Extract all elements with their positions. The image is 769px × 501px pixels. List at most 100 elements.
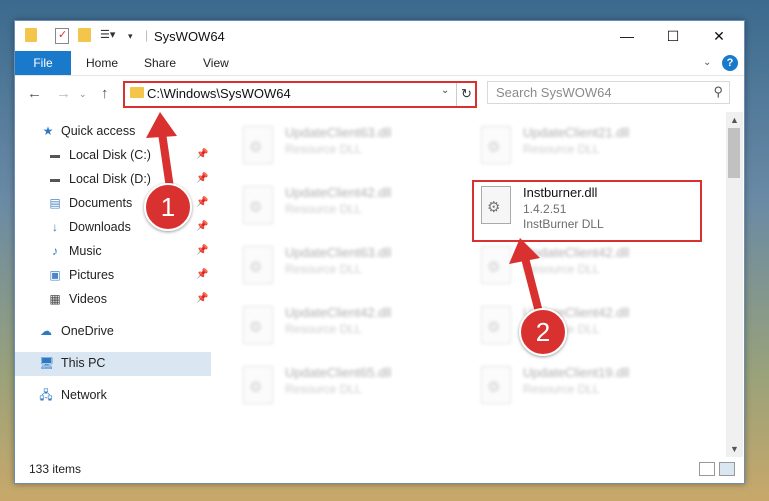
list-item[interactable]: UpdateClient42.dll Resource DLL xyxy=(235,300,465,352)
file-type: Resource DLL xyxy=(523,382,600,396)
refresh-icon[interactable]: ↻ xyxy=(456,83,476,106)
file-type: Resource DLL xyxy=(523,142,600,156)
sidebar-item-label: Videos xyxy=(69,292,107,306)
dll-file-icon xyxy=(243,366,273,404)
back-button[interactable]: ← xyxy=(27,85,42,102)
file-list: UpdateClient63.dll Resource DLL UpdateCl… xyxy=(221,112,726,457)
list-item[interactable]: UpdateClient42.dll Resource DLL xyxy=(473,240,703,292)
sidebar-item-music[interactable]: ♪ Music 📌 xyxy=(15,240,211,264)
tab-home[interactable]: Home xyxy=(86,51,118,75)
file-type: Resource DLL xyxy=(285,202,362,216)
sidebar-item-onedrive[interactable]: ☁ OneDrive xyxy=(15,320,211,344)
sidebar-item-label: This PC xyxy=(61,356,106,370)
computer-icon: 🖥 xyxy=(39,356,55,370)
close-button[interactable]: ✕ xyxy=(696,21,742,51)
file-name: UpdateClient63.dll xyxy=(285,245,392,260)
expand-ribbon-icon[interactable]: ⌄ xyxy=(703,57,711,68)
sidebar-item-label: OneDrive xyxy=(61,324,114,338)
network-icon: 🖧 xyxy=(39,388,53,402)
minimize-button[interactable]: — xyxy=(604,21,650,51)
title-bar: ✓ ☰▾ ▾ | SysWOW64 — ☐ ✕ xyxy=(15,21,744,51)
file-highlight-box xyxy=(472,180,702,242)
dll-file-icon xyxy=(243,246,273,284)
file-type: Resource DLL xyxy=(285,382,362,396)
tab-file[interactable]: File xyxy=(15,51,71,75)
navigation-bar: ← → ⌄ ↑ C:\Windows\SysWOW64 ⌄ ↻ Search S… xyxy=(15,76,744,112)
up-button[interactable]: ↑ xyxy=(101,85,109,102)
tab-view[interactable]: View xyxy=(203,51,229,75)
file-explorer-window: ✓ ☰▾ ▾ | SysWOW64 — ☐ ✕ File Home Share … xyxy=(14,20,745,484)
details-view-icon[interactable] xyxy=(699,462,715,476)
navigation-pane: ★ Quick access ▬ Local Disk (C:) 📌 ▬ Loc… xyxy=(15,112,211,457)
sidebar-item-label: Downloads xyxy=(69,220,131,234)
sidebar-item-local-disk-c[interactable]: ▬ Local Disk (C:) 📌 xyxy=(15,144,211,168)
file-name: UpdateClient21.dll xyxy=(523,125,630,140)
sidebar-item-pictures[interactable]: ▣ Pictures 📌 xyxy=(15,264,211,288)
dll-file-icon xyxy=(243,126,273,164)
folder-icon xyxy=(130,87,144,98)
sidebar-item-label: Local Disk (D:) xyxy=(69,172,151,186)
list-item[interactable]: UpdateClient42.dll Resource DLL xyxy=(473,300,703,352)
pin-icon[interactable]: 📌 xyxy=(196,221,208,232)
list-item[interactable]: UpdateClient65.dll Resource DLL xyxy=(235,360,465,412)
pictures-icon: ▣ xyxy=(49,268,61,282)
forward-button[interactable]: → xyxy=(56,85,71,102)
window-title: SysWOW64 xyxy=(154,29,225,44)
drive-icon: ▬ xyxy=(50,174,60,185)
file-name: UpdateClient63.dll xyxy=(285,125,392,140)
recent-locations-icon[interactable]: ⌄ xyxy=(79,89,87,100)
pin-icon[interactable]: 📌 xyxy=(196,293,208,304)
tab-share[interactable]: Share xyxy=(144,51,176,75)
dll-file-icon xyxy=(481,306,511,344)
step-badge-two: 2 xyxy=(519,308,567,356)
music-icon: ♪ xyxy=(52,244,58,258)
address-bar[interactable]: C:\Windows\SysWOW64 ⌄ ↻ xyxy=(123,81,477,108)
scroll-down-icon[interactable]: ▼ xyxy=(730,444,739,454)
list-item[interactable]: UpdateClient19.dll Resource DLL xyxy=(473,360,703,412)
help-icon[interactable]: ? xyxy=(722,55,738,71)
file-name: UpdateClient42.dll xyxy=(523,245,630,260)
address-path: C:\Windows\SysWOW64 xyxy=(147,86,291,101)
pin-icon[interactable]: 📌 xyxy=(196,149,208,160)
sidebar-item-network[interactable]: 🖧 Network xyxy=(15,384,211,408)
sidebar-item-quick-access[interactable]: ★ Quick access xyxy=(15,120,211,144)
dll-file-icon xyxy=(243,186,273,224)
new-folder-icon[interactable] xyxy=(78,28,91,42)
chevron-down-icon[interactable]: ⌄ xyxy=(441,85,449,96)
file-type: Resource DLL xyxy=(285,322,362,336)
search-icon: ⚲ xyxy=(713,84,723,99)
maximize-button[interactable]: ☐ xyxy=(650,21,696,51)
sidebar-item-videos[interactable]: ▦ Videos 📌 xyxy=(15,288,211,312)
sidebar-item-label: Quick access xyxy=(61,124,136,138)
properties-icon[interactable]: ✓ xyxy=(55,28,69,44)
pin-icon[interactable]: 📌 xyxy=(196,197,208,208)
sidebar-item-this-pc[interactable]: 🖥 This PC xyxy=(15,352,211,376)
customize-toolbar-icon[interactable]: ☰▾ xyxy=(100,28,124,44)
dropdown-arrow-icon[interactable]: ▾ xyxy=(128,31,133,47)
folder-icon xyxy=(25,28,37,42)
cloud-icon: ☁ xyxy=(40,324,52,338)
list-item[interactable]: UpdateClient63.dll Resource DLL xyxy=(235,120,465,172)
search-input[interactable]: Search SysWOW64 ⚲ xyxy=(487,81,730,104)
dll-file-icon xyxy=(481,246,511,284)
file-name: UpdateClient19.dll xyxy=(523,365,630,380)
scroll-up-icon[interactable]: ▲ xyxy=(730,115,739,125)
list-item[interactable]: UpdateClient63.dll Resource DLL xyxy=(235,240,465,292)
dll-file-icon xyxy=(243,306,273,344)
vertical-scrollbar[interactable]: ▲ ▼ xyxy=(726,112,743,457)
documents-icon: ▤ xyxy=(49,196,61,210)
large-icons-view-icon[interactable] xyxy=(719,462,735,476)
step-badge-one: 1 xyxy=(144,183,192,231)
pin-icon[interactable]: 📌 xyxy=(196,245,208,256)
list-item[interactable]: UpdateClient21.dll Resource DLL xyxy=(473,120,703,172)
scrollbar-thumb[interactable] xyxy=(728,128,740,178)
star-icon: ★ xyxy=(42,124,54,138)
sidebar-item-label: Network xyxy=(61,388,107,402)
dll-file-icon xyxy=(481,126,511,164)
list-item[interactable]: UpdateClient42.dll Resource DLL xyxy=(235,180,465,232)
sidebar-item-label: Local Disk (C:) xyxy=(69,148,151,162)
file-type: Resource DLL xyxy=(285,262,362,276)
download-icon: ↓ xyxy=(52,220,58,234)
pin-icon[interactable]: 📌 xyxy=(196,269,208,280)
pin-icon[interactable]: 📌 xyxy=(196,173,208,184)
